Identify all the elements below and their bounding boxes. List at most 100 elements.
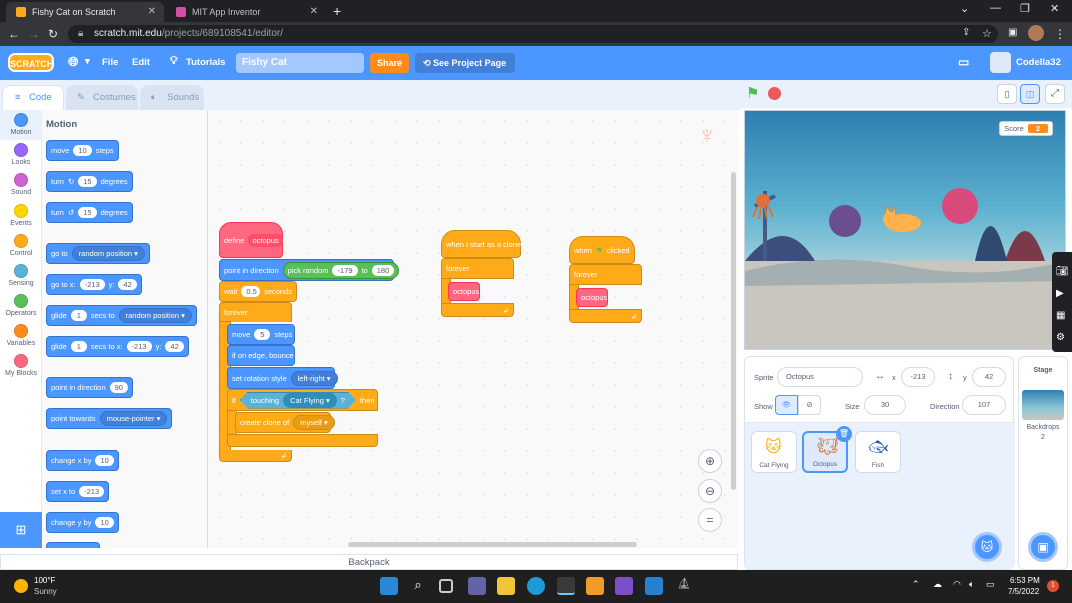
category-sensing[interactable]: Sensing (0, 264, 42, 287)
minimize-icon[interactable]: — (990, 2, 1001, 14)
backpack-bar[interactable]: Backpack (0, 554, 738, 570)
delete-trash-icon[interactable]: 🗑︎ (836, 426, 852, 442)
palette-change-y-block[interactable]: change y by 10 (46, 512, 119, 533)
block-input[interactable]: 42 (165, 341, 184, 352)
green-flag-run-icon[interactable]: ⚑ (746, 84, 759, 102)
teams-chat-icon[interactable] (468, 577, 486, 595)
palette-goto-block[interactable]: go to random position ▾ (46, 243, 150, 264)
back-icon[interactable]: ← (8, 27, 20, 41)
sun-weather-icon[interactable] (14, 579, 28, 593)
url-field[interactable]: 🔒︎ scratch.mit.edu/projects/689108541/ed… (68, 25, 998, 43)
block-input[interactable]: 42 (118, 279, 137, 290)
palette-glide-xy-block[interactable]: glide 1 secs to x: -213 y: 42 (46, 336, 189, 357)
tray-chevron-icon[interactable]: ⌃ (912, 579, 920, 590)
stage-thumbnail[interactable] (1022, 390, 1064, 420)
username-label[interactable]: Codella32 (1016, 57, 1061, 68)
block-dropdown[interactable]: random position ▾ (71, 246, 145, 261)
user-avatar[interactable] (990, 52, 1011, 73)
block-input[interactable]: -213 (79, 279, 105, 290)
small-stage-icon[interactable]: ▯ (997, 84, 1017, 104)
new-tab-icon[interactable]: + (333, 3, 341, 19)
palette-move-block[interactable]: move 10 steps (46, 140, 119, 161)
block-input[interactable]: 10 (73, 145, 92, 156)
cloud-icon[interactable]: ☁ (933, 579, 942, 590)
if-then-block[interactable]: if touching Cat Flying ▾? then (227, 389, 378, 411)
size-input[interactable]: 30 (864, 395, 906, 415)
wait-block[interactable]: wait 0.5 seconds (219, 281, 297, 302)
task-view-icon[interactable] (439, 579, 453, 593)
scratch-logo[interactable]: SCRATCH (8, 53, 54, 72)
category-my-blocks[interactable]: My Blocks (0, 354, 42, 377)
maximize-icon[interactable]: ❐ (1020, 2, 1030, 15)
block-dropdown[interactable]: left-right ▾ (290, 370, 338, 386)
when-flag-clicked-hat[interactable]: when ⚑ clicked (569, 236, 635, 264)
cat-flying-sprite[interactable] (883, 205, 921, 232)
wifi-icon[interactable]: ◠ (953, 579, 961, 590)
category-control[interactable]: Control (0, 234, 42, 257)
camera-icon[interactable]: 📷︎ (1056, 266, 1069, 277)
block-input[interactable]: 0.5 (241, 286, 261, 297)
y-input[interactable]: 42 (972, 367, 1006, 387)
show-eye-icon[interactable]: 👁︎ (775, 395, 798, 415)
block-dropdown[interactable]: myself ▾ (293, 415, 335, 430)
palette-glide-to-block[interactable]: glide 1 secs to random position ▾ (46, 305, 197, 326)
category-sound[interactable]: Sound (0, 173, 42, 196)
vscode-icon[interactable] (645, 577, 663, 595)
fullscreen-icon[interactable]: ⤢ (1045, 84, 1065, 104)
zoom-out-button[interactable]: ⊖ (698, 479, 722, 503)
project-title-input[interactable]: Fishy Cat (236, 53, 364, 73)
file-explorer-icon[interactable] (497, 577, 515, 595)
define-octopus-block[interactable]: define octopus (219, 222, 283, 258)
menu-tutorials[interactable]: Tutorials (186, 57, 225, 68)
palette-partial-block[interactable] (46, 542, 100, 548)
block-input[interactable]: 10 (95, 517, 114, 528)
palette-point-direction-block[interactable]: point in direction 90 (46, 377, 133, 398)
clock-time[interactable]: 6:53 PM (1010, 576, 1040, 585)
when-i-start-as-clone-hat[interactable]: when I start as a clone (441, 230, 521, 258)
browser-menu-icon[interactable]: ⋮ (1054, 27, 1066, 41)
gallery-icon[interactable]: ▦ (1056, 310, 1065, 321)
tab-code[interactable]: ≡ Code (2, 85, 64, 110)
stop-sign-icon[interactable] (768, 87, 781, 100)
search-icon[interactable]: ⌕ (409, 577, 427, 595)
side-panel-icon[interactable]: ▣ (1008, 27, 1017, 38)
clock-date[interactable]: 7/5/2022 (1008, 587, 1039, 596)
video-icon[interactable]: ▶ (1056, 288, 1064, 299)
block-input[interactable]: 15 (78, 176, 97, 187)
block-input[interactable]: 10 (95, 455, 114, 466)
script-horizontal-scrollbar[interactable] (348, 542, 637, 547)
direction-input[interactable]: 107 (962, 395, 1006, 415)
see-project-page-button[interactable]: ⟲ See Project Page (415, 53, 515, 73)
palette-set-x-block[interactable]: set x to -213 (46, 481, 110, 502)
block-input[interactable]: 1 (70, 341, 87, 352)
point-in-direction-block[interactable]: point in direction pick random -179 to 180 (219, 259, 400, 281)
script-vertical-scrollbar[interactable] (731, 172, 736, 490)
tab-costumes[interactable]: ✎ Costumes (66, 85, 138, 110)
call-octopus-block[interactable]: octopus (448, 282, 480, 301)
my-stuff-folder-icon[interactable]: ▭ (958, 55, 969, 69)
windows-start-icon[interactable] (380, 577, 398, 595)
script-area[interactable]: ♆ define octopus point in direction pick… (208, 110, 738, 548)
battery-icon[interactable]: ▭ (986, 579, 995, 590)
forward-icon[interactable]: → (28, 27, 40, 41)
reload-icon[interactable]: ↻ (48, 27, 58, 41)
pick-random-block[interactable]: pick random -179 to 180 (282, 261, 400, 279)
normal-stage-icon[interactable]: ◫ (1020, 84, 1040, 104)
block-input[interactable]: 1 (70, 310, 87, 321)
menu-edit[interactable]: Edit (132, 57, 150, 68)
category-events[interactable]: Events (0, 204, 42, 227)
close-tab-icon[interactable]: ✕ (148, 6, 156, 17)
move-steps-block[interactable]: move 5 steps (227, 324, 295, 345)
sprite-card-octopus[interactable]: 🐙︎ Octopus 🗑︎ (802, 426, 852, 473)
palette-point-towards-block[interactable]: point towards mouse-pointer ▾ (46, 408, 173, 429)
notification-badge[interactable]: 1 (1047, 580, 1059, 592)
profile-avatar[interactable] (1028, 25, 1044, 41)
block-input[interactable]: -213 (126, 341, 152, 352)
category-operators[interactable]: Operators (0, 294, 42, 317)
x-input[interactable]: -213 (901, 367, 935, 387)
bounce-block[interactable]: if on edge, bounce (227, 345, 295, 366)
zoom-in-button[interactable]: ⊕ (698, 449, 722, 473)
block-input[interactable]: 5 (254, 329, 271, 340)
share-page-icon[interactable]: ⇪ (962, 27, 970, 38)
category-variables[interactable]: Variables (0, 324, 42, 347)
